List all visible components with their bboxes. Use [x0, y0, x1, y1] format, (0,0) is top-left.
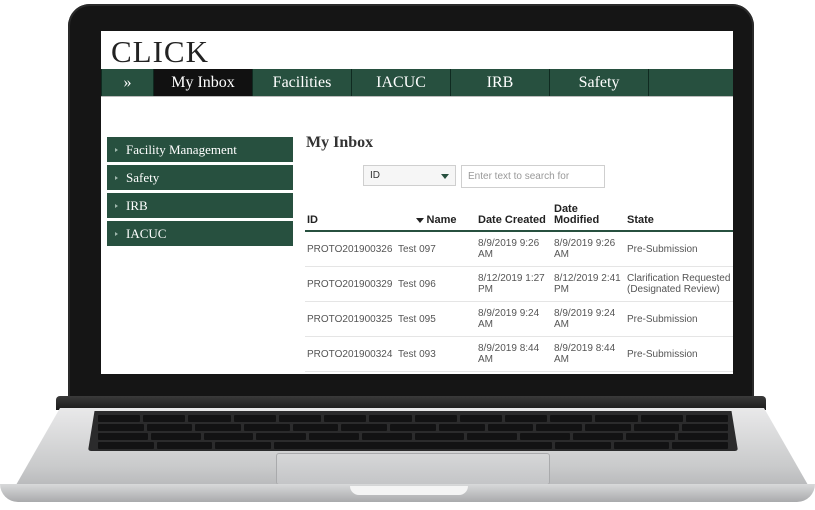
cell-date-created: 8/12/2019 1:27 PM — [476, 266, 552, 302]
nav-tab-facilities[interactable]: Facilities — [252, 69, 351, 96]
nav-tab-irb[interactable]: IRB — [450, 69, 549, 96]
column-header-date-created[interactable]: Date Created — [476, 196, 552, 232]
column-header-id[interactable]: ID — [305, 196, 396, 232]
keyboard — [88, 411, 738, 451]
laptop-screen: CLICK » My Inbox Facilities IACUC IRB Sa… — [101, 31, 733, 374]
cell-id[interactable]: PROTO201900329 — [305, 266, 396, 302]
inbox-table: ID Name Date Created Date Modified State… — [305, 196, 733, 372]
cell-id[interactable]: PROTO201900325 — [305, 301, 396, 337]
cell-date-created: 8/9/2019 9:24 AM — [476, 301, 552, 337]
nav-expand-button[interactable]: » — [101, 69, 153, 96]
cell-state: Clarification Requested (Designated Revi… — [625, 266, 733, 302]
nav-tab-safety[interactable]: Safety — [549, 69, 648, 96]
cell-state: Pre-Submission — [625, 231, 733, 267]
cell-name[interactable]: Test 095 — [396, 301, 476, 337]
cell-state: Pre-Submission — [625, 301, 733, 337]
nav-tab-my-inbox[interactable]: My Inbox — [153, 69, 252, 96]
search-input[interactable] — [461, 165, 605, 188]
app-logo[interactable]: CLICK — [111, 34, 209, 70]
nav-tab-iacuc[interactable]: IACUC — [351, 69, 450, 96]
table-row[interactable]: PROTO201900324 Test 093 8/9/2019 8:44 AM… — [305, 336, 733, 372]
cell-name[interactable]: Test 096 — [396, 266, 476, 302]
cell-date-modified: 8/9/2019 8:44 AM — [552, 336, 625, 372]
laptop-hinge — [56, 396, 766, 410]
sort-down-icon — [415, 217, 424, 223]
column-header-date-modified[interactable]: Date Modified — [552, 196, 625, 232]
table-row[interactable]: PROTO201900329 Test 096 8/12/2019 1:27 P… — [305, 266, 733, 302]
cell-date-modified: 8/9/2019 9:26 AM — [552, 231, 625, 267]
table-header-row: ID Name Date Created Date Modified State — [305, 196, 733, 232]
double-chevron-right-icon: » — [123, 73, 132, 91]
cell-date-created: 8/9/2019 8:44 AM — [476, 336, 552, 372]
column-header-name[interactable]: Name — [396, 196, 476, 232]
laptop-notch — [350, 486, 468, 495]
chevron-down-icon — [441, 174, 449, 179]
cell-id[interactable]: PROTO201900326 — [305, 231, 396, 267]
filter-column-select[interactable]: ID — [363, 165, 456, 186]
table-row[interactable]: PROTO201900325 Test 095 8/9/2019 9:24 AM… — [305, 301, 733, 337]
cell-state: Pre-Submission — [625, 336, 733, 372]
sidebar-item-irb[interactable]: IRB — [107, 193, 293, 218]
cell-name[interactable]: Test 097 — [396, 231, 476, 267]
trackpad — [276, 453, 550, 485]
column-header-state[interactable]: State — [625, 196, 733, 232]
cell-date-created: 8/9/2019 9:26 AM — [476, 231, 552, 267]
sidebar-item-facility-management[interactable]: Facility Management — [107, 137, 293, 162]
filter-selected-value: ID — [370, 170, 380, 181]
cell-date-modified: 8/9/2019 9:24 AM — [552, 301, 625, 337]
nav-filler — [648, 69, 733, 96]
page-title: My Inbox — [306, 134, 374, 151]
cell-date-modified: 8/12/2019 2:41 PM — [552, 266, 625, 302]
sidebar-item-safety[interactable]: Safety — [107, 165, 293, 190]
cell-id[interactable]: PROTO201900324 — [305, 336, 396, 372]
sidebar: Facility Management Safety IRB IACUC — [107, 137, 293, 249]
cell-name[interactable]: Test 093 — [396, 336, 476, 372]
sidebar-item-iacuc[interactable]: IACUC — [107, 221, 293, 246]
table-row[interactable]: PROTO201900326 Test 097 8/9/2019 9:26 AM… — [305, 231, 733, 267]
main-navbar: » My Inbox Facilities IACUC IRB Safety — [101, 69, 733, 96]
nav-divider — [101, 96, 733, 97]
